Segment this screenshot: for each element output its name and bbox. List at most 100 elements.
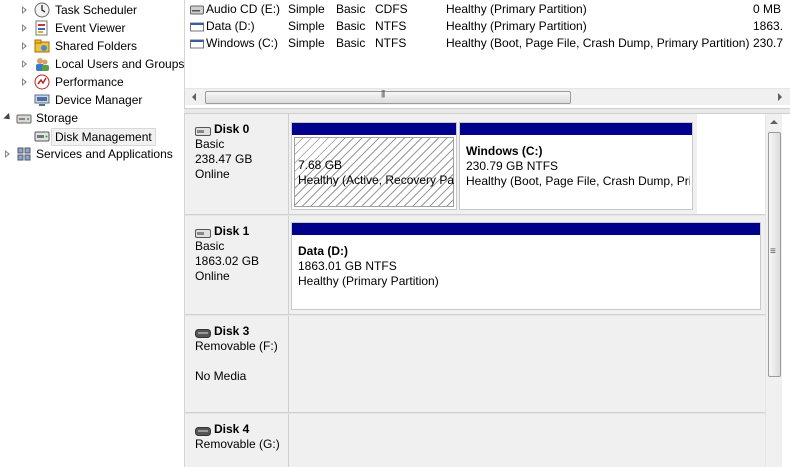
expand-arrow-icon[interactable] <box>20 37 30 55</box>
tree-item-label: Task Scheduler <box>55 3 138 17</box>
partition-bar <box>292 123 456 135</box>
volume-layout: Simple <box>288 19 325 33</box>
partition-status: Healthy (Boot, Page File, Crash Dump, Pr… <box>466 174 690 188</box>
volume-status: Healthy (Primary Partition) <box>446 19 587 33</box>
services-icon <box>16 146 32 162</box>
volume-row[interactable]: Data (D:) Simple Basic NTFS Healthy (Pri… <box>185 18 790 35</box>
tree-item-storage[interactable]: Storage <box>0 109 182 127</box>
disk-label[interactable]: Disk 3 Removable (F:) No Media <box>185 316 289 412</box>
volume-type: Basic <box>336 36 366 50</box>
disk-management-icon <box>34 128 50 144</box>
horizontal-scrollbar[interactable] <box>185 88 790 105</box>
volume-list: Audio CD (E:) Simple Basic CDFS Healthy … <box>184 0 790 108</box>
partition-info: Windows (C:) 230.79 GB NTFS Healthy (Boo… <box>466 144 690 189</box>
volume-capacity: 1863. <box>753 19 784 33</box>
scroll-right-icon[interactable] <box>771 89 788 106</box>
disk-spacer <box>195 354 288 369</box>
partition-size: 7.68 GB <box>298 158 343 172</box>
tree-item-device-manager[interactable]: Device Manager <box>0 91 182 109</box>
removable-disk-icon <box>195 425 211 436</box>
volume-icon <box>190 38 204 49</box>
partition-size: 230.79 GB NTFS <box>466 159 559 173</box>
tree-item-label: Event Viewer <box>55 21 126 35</box>
tree-item-label: Shared Folders <box>55 39 138 53</box>
tree-item-label: Storage <box>36 111 79 125</box>
volume-capacity: 0 MB <box>753 2 782 16</box>
partition-bar <box>460 123 692 135</box>
device-manager-icon <box>34 92 50 108</box>
volume-icon <box>190 21 204 32</box>
disk-label[interactable]: Disk 1 Basic 1863.02 GB Online <box>185 216 289 314</box>
expand-arrow-icon[interactable] <box>20 19 30 37</box>
scroll-left-icon[interactable] <box>186 89 203 106</box>
tree-item-label: Performance <box>55 75 124 89</box>
volume-layout: Simple <box>288 2 325 16</box>
horizontal-scroll-thumb[interactable] <box>205 89 571 104</box>
disk-label[interactable]: Disk 4 Removable (G:) <box>185 414 289 467</box>
tree-item-disk-management[interactable]: Disk Management <box>0 127 182 146</box>
volume-row[interactable]: Windows (C:) Simple Basic NTFS Healthy (… <box>185 35 790 52</box>
tree-item-local-users-and-groups[interactable]: Local Users and Groups <box>0 55 184 73</box>
partition-bar <box>292 223 760 235</box>
users-icon <box>34 56 50 72</box>
disk-status: No Media <box>195 369 247 383</box>
volume-row[interactable]: Audio CD (E:) Simple Basic CDFS Healthy … <box>185 1 790 18</box>
disk-row: Disk 1 Basic 1863.02 GB Online Data (D:)… <box>185 216 765 314</box>
expand-arrow-icon[interactable] <box>20 73 30 91</box>
tree-item-services-and-applications[interactable]: Services and Applications <box>0 145 182 163</box>
expand-arrow-icon[interactable] <box>20 55 30 73</box>
tree-item-label: Device Manager <box>55 93 143 107</box>
volume-layout: Simple <box>288 36 325 50</box>
tree-item-label: Disk Management <box>51 128 156 146</box>
vertical-scrollbar[interactable] <box>765 114 782 467</box>
volume-file-system: NTFS <box>375 19 407 33</box>
tree-item-shared-folders[interactable]: Shared Folders <box>0 37 182 55</box>
expand-arrow-icon[interactable] <box>3 145 13 163</box>
shared-folders-icon <box>34 38 50 54</box>
hard-disk-icon <box>195 125 211 136</box>
disk-graphical-view: Disk 0 Basic 238.47 GB Online 7.68 GB He… <box>184 114 790 467</box>
partition-title: Windows (C:) <box>466 144 543 158</box>
disk-partition-area-empty <box>289 414 765 467</box>
hard-disk-icon <box>195 227 211 238</box>
volume-name: Audio CD (E:) <box>206 2 281 16</box>
partition-title: Data (D:) <box>298 244 348 258</box>
disk-name: Disk 0 <box>195 122 288 137</box>
scroll-up-icon[interactable] <box>766 114 783 131</box>
event-viewer-icon <box>34 20 50 36</box>
collapse-arrow-icon[interactable] <box>3 109 13 127</box>
disk-label[interactable]: Disk 0 Basic 238.47 GB Online <box>185 114 289 214</box>
volume-type: Basic <box>336 2 366 16</box>
disk-partition-area-empty <box>289 316 765 412</box>
disk-partition-area: Data (D:) 1863.01 GB NTFS Healthy (Prima… <box>289 216 765 314</box>
navigation-tree: Task Scheduler Event Viewer Shared Folde… <box>0 0 184 467</box>
tree-item-event-viewer[interactable]: Event Viewer <box>0 19 182 37</box>
cd-drive-icon <box>190 4 204 15</box>
tree-item-label: Local Users and Groups <box>55 57 185 71</box>
performance-icon <box>34 74 50 90</box>
disk-type: Removable (G:) <box>195 437 280 451</box>
partition-windows-c[interactable]: Windows (C:) 230.79 GB NTFS Healthy (Boo… <box>459 122 693 210</box>
tree-item-task-scheduler[interactable]: Task Scheduler <box>0 1 182 19</box>
disk-name: Disk 1 <box>195 224 288 239</box>
disk-size: 1863.02 GB <box>195 254 260 268</box>
volume-type: Basic <box>336 19 366 33</box>
vertical-scroll-thumb[interactable] <box>768 132 781 377</box>
volume-capacity: 230.7 <box>753 36 784 50</box>
volume-file-system: NTFS <box>375 36 407 50</box>
task-scheduler-icon <box>34 2 50 18</box>
disk-row: Disk 4 Removable (G:) <box>185 414 765 467</box>
disk-status: Online <box>195 167 230 181</box>
partition-info: Data (D:) 1863.01 GB NTFS Healthy (Prima… <box>298 244 758 289</box>
partition-status: Healthy (Active, Recovery Pa <box>298 173 454 187</box>
disk-partition-area: 7.68 GB Healthy (Active, Recovery Pa Win… <box>289 114 697 214</box>
expand-arrow-icon[interactable] <box>20 1 30 19</box>
partition-size: 1863.01 GB NTFS <box>298 259 397 273</box>
partition-data-d[interactable]: Data (D:) 1863.01 GB NTFS Healthy (Prima… <box>291 222 761 310</box>
volume-name: Windows (C:) <box>206 36 279 50</box>
storage-icon <box>16 110 32 126</box>
partition-info: 7.68 GB Healthy (Active, Recovery Pa <box>298 143 454 188</box>
partition-recovery[interactable]: 7.68 GB Healthy (Active, Recovery Pa <box>291 122 457 210</box>
tree-item-performance[interactable]: Performance <box>0 73 182 91</box>
disk-name: Disk 3 <box>195 324 288 339</box>
